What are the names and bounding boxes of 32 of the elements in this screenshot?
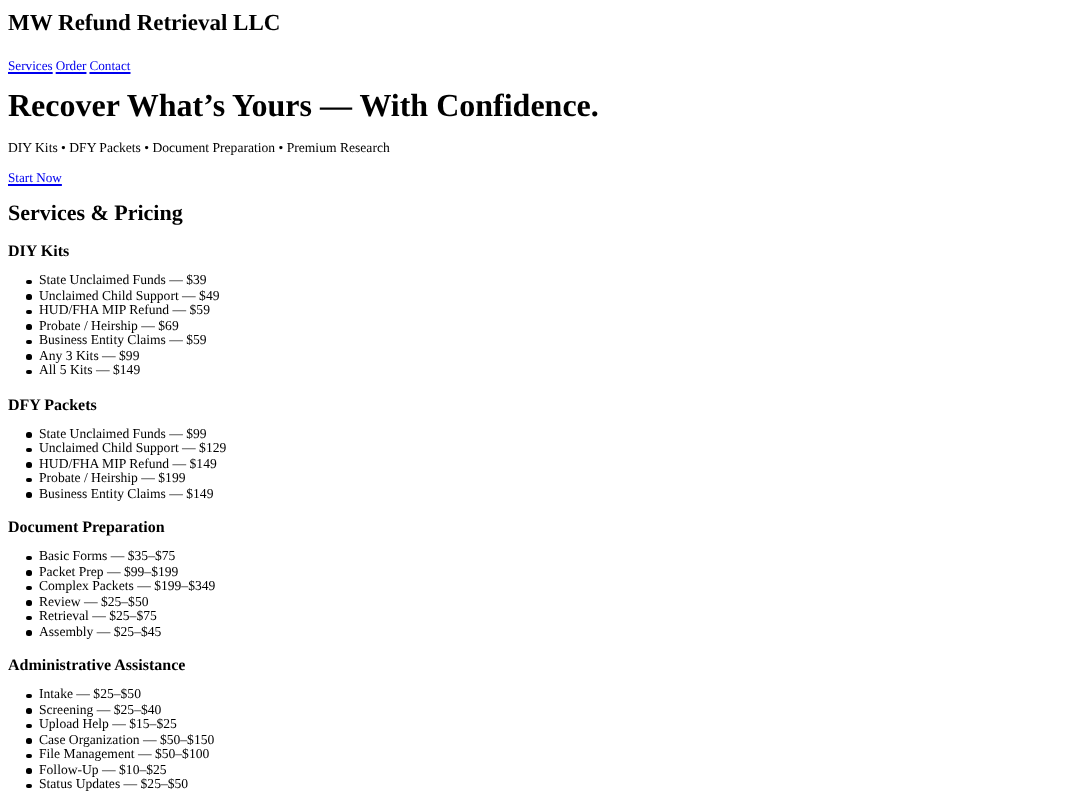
bullet-icon xyxy=(26,768,31,773)
category-heading: DIY Kits xyxy=(8,242,70,260)
bullet-icon xyxy=(26,585,31,590)
bullet-icon xyxy=(26,555,31,560)
bullet-icon xyxy=(26,753,31,758)
bullet-icon xyxy=(26,783,31,788)
category-heading: DFY Packets xyxy=(8,395,97,413)
bullet-icon xyxy=(26,630,31,635)
bullet-icon xyxy=(26,600,31,605)
bullet-icon xyxy=(26,447,31,452)
bullet-icon xyxy=(26,738,31,743)
bullet-icon xyxy=(26,693,31,698)
hero-heading: Recover What’s Yours — With Confidence. xyxy=(8,88,599,126)
category-heading: Administrative Assistance xyxy=(8,656,186,674)
bullet-icon xyxy=(26,570,31,575)
section-heading: Services & Pricing xyxy=(8,202,183,228)
bullet-icon xyxy=(26,432,31,437)
bullet-icon xyxy=(26,723,31,728)
category-heading: Document Preparation xyxy=(8,518,165,536)
bullet-icon xyxy=(26,354,31,359)
bullet-icon xyxy=(26,369,31,374)
bullet-icon xyxy=(26,294,31,299)
site-title: MW Refund Retrieval LLC xyxy=(8,12,281,38)
bullet-icon xyxy=(26,615,31,620)
bullet-icon xyxy=(26,492,31,497)
bullet-icon xyxy=(26,324,31,329)
bullet-icon xyxy=(26,477,31,482)
bullet-icon xyxy=(26,462,31,467)
bullet-icon xyxy=(26,339,31,344)
bullet-icon xyxy=(26,279,31,284)
bullet-icon xyxy=(26,708,31,713)
bullet-icon xyxy=(26,309,31,314)
